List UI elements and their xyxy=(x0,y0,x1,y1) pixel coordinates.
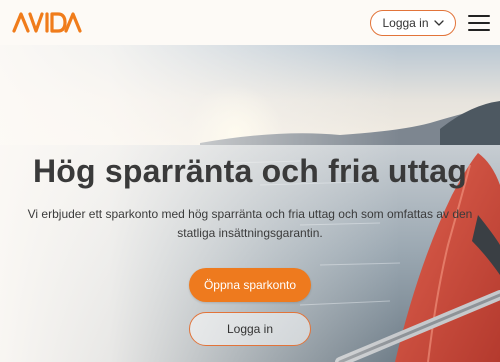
hero-login-button[interactable]: Logga in xyxy=(189,312,311,346)
site-header: Logga in xyxy=(0,0,500,45)
hero-subtitle: Vi erbjuder ett sparkonto med hög sparrä… xyxy=(27,207,473,240)
chevron-down-icon xyxy=(433,20,444,26)
hero-title: Hög sparränta och fria uttag xyxy=(32,153,468,189)
header-login-label: Logga in xyxy=(382,16,429,30)
header-login-button[interactable]: Logga in xyxy=(370,10,456,36)
avida-logo-mark xyxy=(12,12,82,33)
avida-logo[interactable] xyxy=(12,9,82,35)
hamburger-menu-icon[interactable] xyxy=(468,14,490,32)
open-savings-account-button[interactable]: Öppna sparkonto xyxy=(189,268,311,302)
hero-section: Hög sparränta och fria uttag Vi erbjuder… xyxy=(0,45,500,362)
